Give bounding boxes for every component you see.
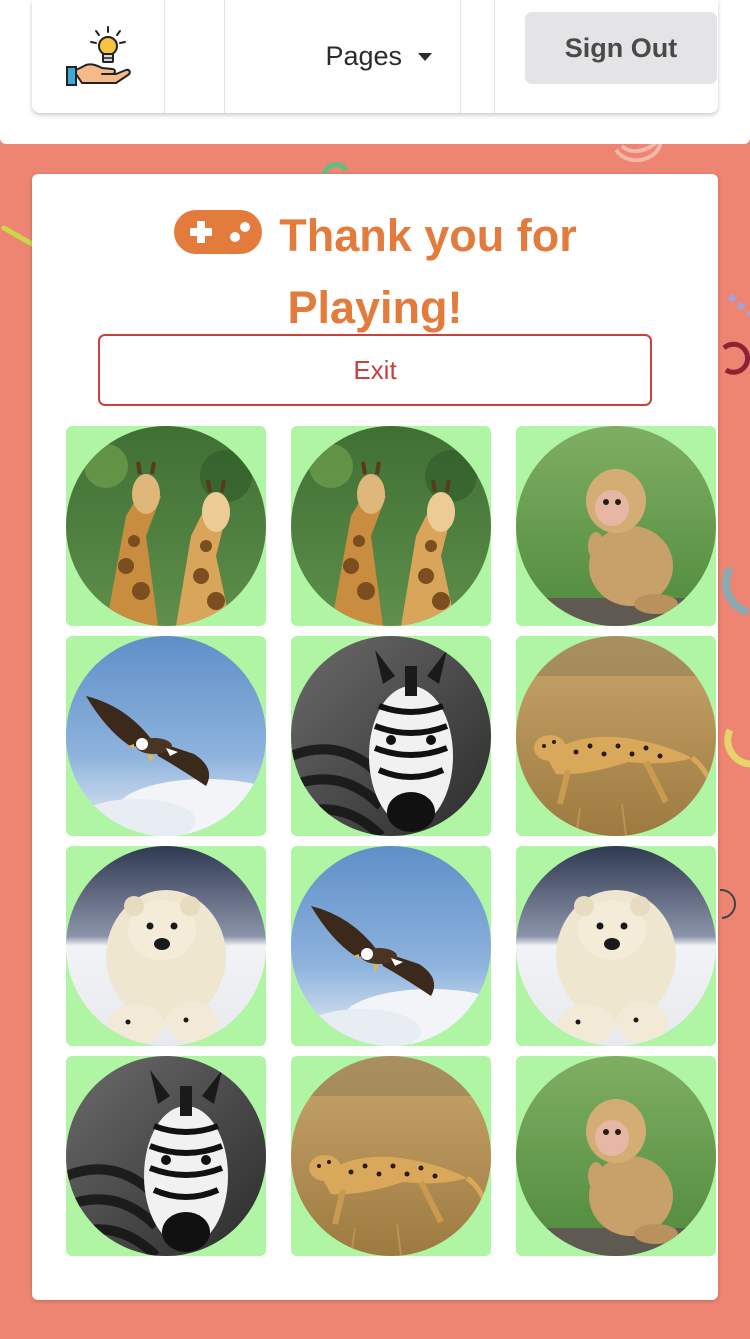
card-tile-cheetah[interactable] [516, 636, 716, 836]
exit-button[interactable]: Exit [98, 334, 652, 406]
nav-divider [461, 0, 495, 113]
card-tile-monkey[interactable] [516, 1056, 716, 1256]
card-tile-giraffe[interactable] [291, 426, 491, 626]
navbar: Pages Sign Out [32, 0, 718, 113]
card-tile-eagle[interactable] [66, 636, 266, 836]
cheetah-image [291, 1056, 491, 1256]
monkey-image [516, 426, 716, 626]
card-tile-eagle[interactable] [291, 846, 491, 1046]
cheetah-image [516, 636, 716, 836]
pages-label: Pages [325, 41, 402, 71]
nav-actions: Sign Out [495, 0, 718, 113]
page-title: Thank you for Playing! [32, 200, 718, 344]
card-tile-zebra[interactable] [291, 636, 491, 836]
polar-bear-image [66, 846, 266, 1046]
game-over-card: Thank you for Playing! Exit [32, 174, 718, 1300]
nav-pages: Pages [225, 0, 461, 113]
giraffe-image [291, 426, 491, 626]
gamepad-icon [174, 210, 263, 254]
card-tile-monkey[interactable] [516, 426, 716, 626]
title-block: Thank you for Playing! [32, 200, 718, 344]
card-tile-zebra[interactable] [66, 1056, 266, 1256]
card-tile-giraffe[interactable] [66, 426, 266, 626]
monkey-image [516, 1056, 716, 1256]
card-tile-cheetah[interactable] [291, 1056, 491, 1256]
pages-dropdown[interactable]: Pages [325, 41, 432, 72]
nav-spacer [165, 0, 225, 113]
title-line-2: Playing! [287, 282, 463, 333]
zebra-image [291, 636, 491, 836]
eagle-image [66, 636, 266, 836]
sign-out-button[interactable]: Sign Out [525, 12, 717, 84]
eagle-image [291, 846, 491, 1046]
title-line-1: Thank you for [279, 210, 577, 261]
zebra-image [66, 1056, 266, 1256]
polar-bear-image [516, 846, 716, 1046]
card-tile-polar-bear[interactable] [516, 846, 716, 1046]
lightbulb-hand-icon [66, 25, 131, 86]
card-tile-polar-bear[interactable] [66, 846, 266, 1046]
giraffe-image [66, 426, 266, 626]
top-navigation-band: Pages Sign Out [0, 0, 750, 144]
caret-down-icon [418, 52, 432, 61]
logo[interactable] [32, 0, 165, 113]
